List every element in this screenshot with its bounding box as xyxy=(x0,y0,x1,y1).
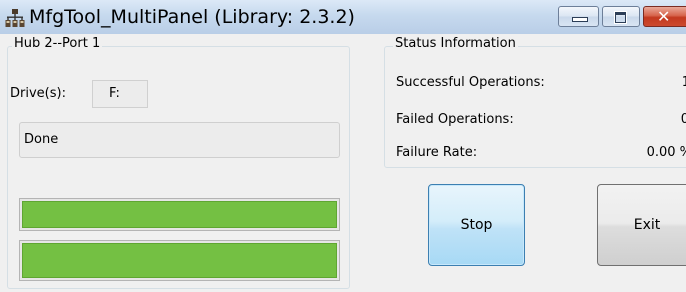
successful-operations-label: Successful Operations: xyxy=(396,75,545,90)
successful-operations-value: 1 xyxy=(681,75,686,90)
progress-fill xyxy=(22,243,337,278)
close-button[interactable]: ✕ xyxy=(643,6,686,27)
minimize-button[interactable] xyxy=(558,6,599,27)
title-bar[interactable]: MfgTool_MultiPanel (Library: 2.3.2) ✕ xyxy=(0,0,686,34)
maximize-icon xyxy=(614,11,627,24)
mfgtool-window: MfgTool_MultiPanel (Library: 2.3.2) ✕ Hu… xyxy=(0,0,686,292)
hub-port-title: Hub 2--Port 1 xyxy=(12,35,103,53)
minimize-icon xyxy=(572,17,588,22)
failed-operations-label: Failed Operations: xyxy=(396,112,514,127)
status-message-field: Done xyxy=(19,122,340,158)
drive-value-field: F: xyxy=(92,80,148,108)
failure-rate-value: 0.00 % xyxy=(646,145,686,160)
stop-button[interactable]: Stop xyxy=(428,184,525,266)
maximize-button[interactable] xyxy=(602,6,640,27)
progress-bar xyxy=(19,240,340,281)
close-icon: ✕ xyxy=(657,7,671,26)
status-information-title: Status Information xyxy=(393,35,518,53)
failed-operations-value: 0 xyxy=(680,112,686,127)
exit-button[interactable]: Exit xyxy=(597,184,686,266)
drives-label: Drive(s): xyxy=(10,86,66,101)
failure-rate-label: Failure Rate: xyxy=(396,145,478,160)
progress-fill xyxy=(22,201,337,228)
window-title: MfgTool_MultiPanel (Library: 2.3.2) xyxy=(29,6,355,28)
hierarchy-tree-icon xyxy=(5,9,25,27)
progress-bar xyxy=(19,198,340,231)
